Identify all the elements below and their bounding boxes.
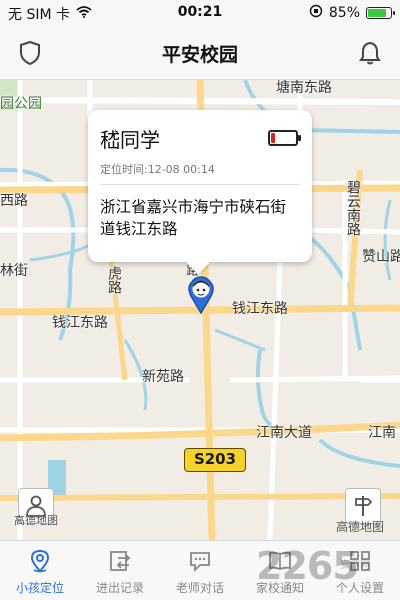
map-brand-left: 高德地图 — [14, 514, 58, 527]
chat-bubble-icon — [190, 552, 210, 573]
map-label-xi-road: 西路 — [0, 193, 28, 209]
tab-teacher-chat[interactable]: 老师对话 — [160, 541, 240, 600]
battery-fill — [368, 9, 387, 17]
swap-arrows-icon — [110, 551, 131, 571]
tab-label: 老师对话 — [175, 581, 224, 595]
tab-child-location[interactable]: 小孩定位 — [0, 541, 80, 600]
bell-icon[interactable] — [356, 39, 384, 67]
map-label-qianjiang-east: 钱江东路 — [232, 301, 288, 317]
location-popup[interactable]: 嵇同学 定位时间:12-08 00:14 浙江省嘉兴市海宁市硖石街道钱江东路 — [88, 110, 312, 262]
map-label-zanshan-road: 赞山路 — [362, 249, 400, 265]
tab-label: 进出记录 — [95, 581, 144, 595]
app-screen: 无 SIM 卡 00:21 85% 平安校园 园公园 塘南东路 西路 碧云南路 … — [0, 0, 400, 600]
child-location-pin-icon[interactable] — [187, 276, 215, 315]
popup-divider — [100, 184, 300, 185]
battery-charging-icon — [366, 7, 395, 19]
signpost-icon — [355, 496, 373, 516]
highway-shield: S203 — [184, 448, 246, 472]
map-label-hu-road: 虎路 — [106, 266, 122, 294]
map-label-jiangnan-avenue: 江南大道 — [256, 425, 312, 441]
rotation-lock-icon — [309, 4, 323, 22]
map-label-qianjiang-west: 钱江东路 — [52, 315, 108, 331]
student-name: 嵇同学 — [100, 128, 160, 152]
location-pin-icon — [30, 549, 50, 573]
battery-percent: 85% — [328, 5, 360, 21]
location-address: 浙江省嘉兴市海宁市硖石街道钱江东路 — [100, 198, 287, 238]
device-battery-icon — [268, 130, 301, 146]
map-brand-right: 高德地图 — [336, 520, 385, 534]
location-time: 定位时间:12-08 00:14 — [100, 163, 215, 176]
nav-bar: 平安校园 — [0, 26, 400, 80]
device-battery-fill — [271, 133, 275, 143]
map-label-linjie: 林街 — [0, 263, 28, 279]
tab-access-records[interactable]: 进出记录 — [80, 541, 160, 600]
tab-label: 小孩定位 — [15, 581, 64, 595]
status-right: 85% — [309, 4, 395, 22]
watermark-sub: 安游网 — [340, 560, 370, 571]
page-title: 平安校园 — [161, 44, 238, 66]
map-label-biyun-road: 碧云南路 — [345, 180, 361, 236]
map-label-xinyuan-road: 新苑路 — [142, 369, 184, 385]
status-bar: 无 SIM 卡 00:21 85% — [0, 0, 400, 26]
map-label-tangnan-road: 塘南东路 — [276, 80, 332, 96]
map-label-park: 园公园 — [0, 96, 42, 112]
map-label-jiangnan-edge: 江南 — [368, 425, 396, 441]
